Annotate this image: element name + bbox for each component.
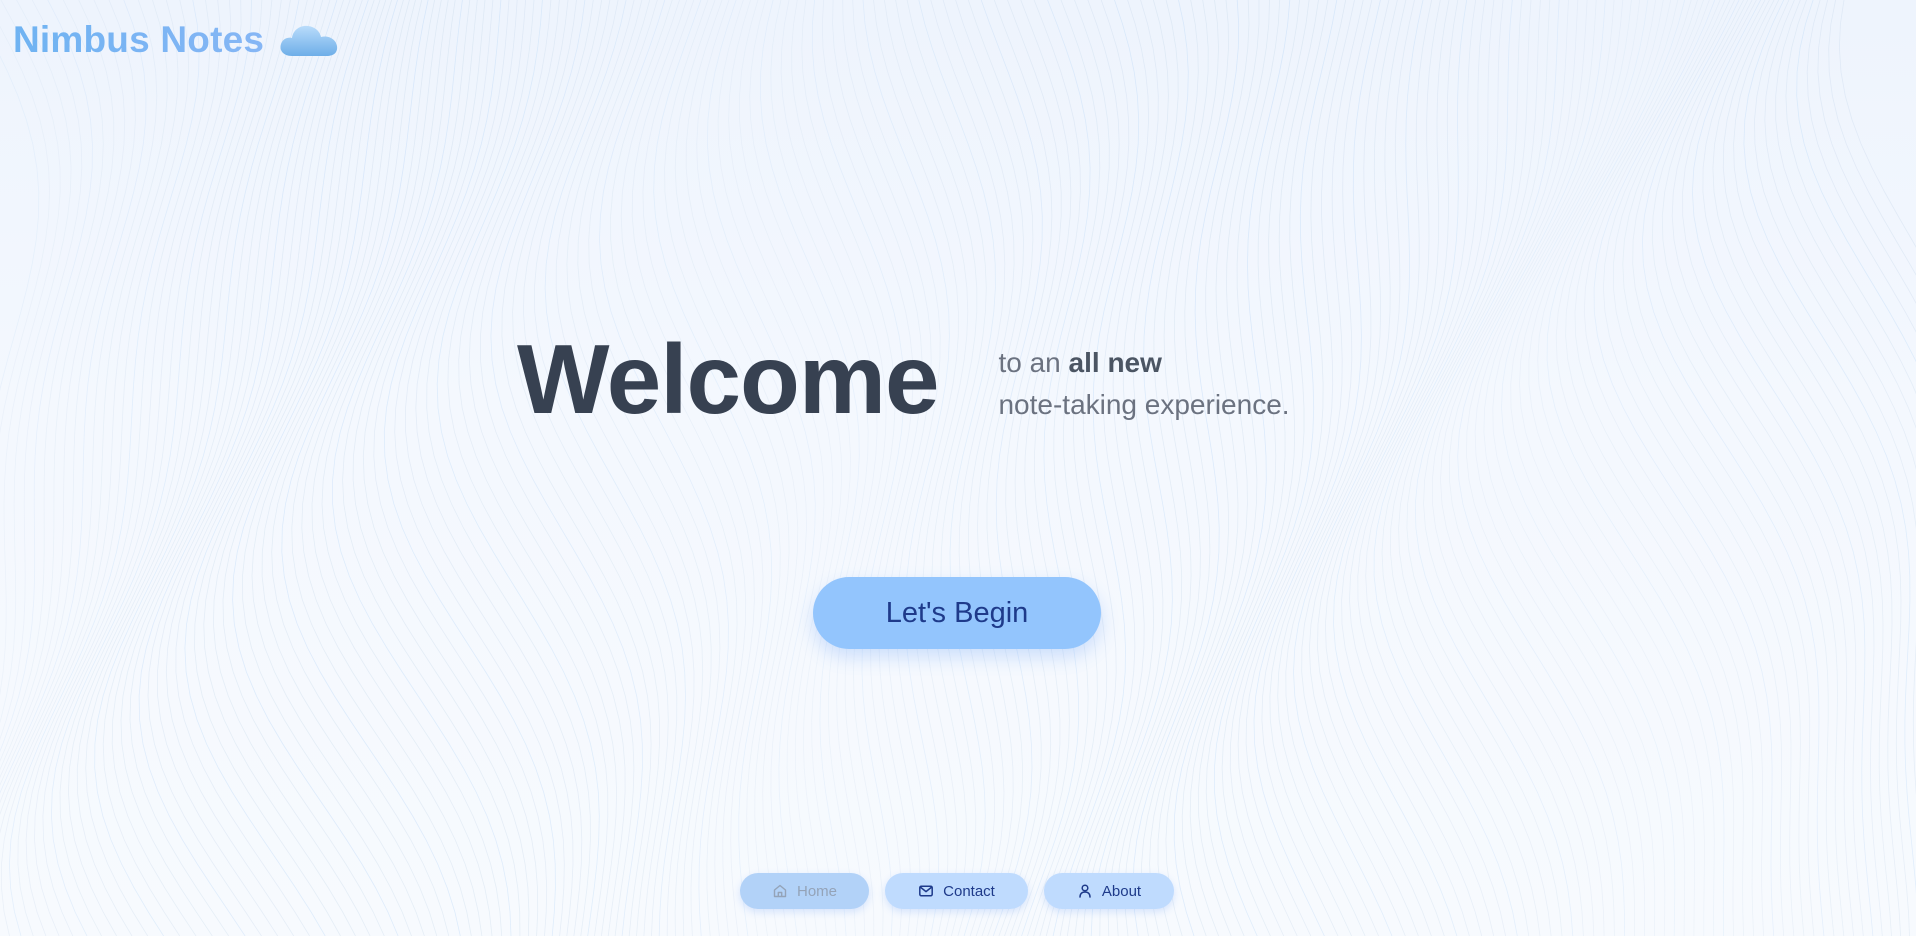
nav-contact-label: Contact bbox=[943, 882, 995, 900]
nav-home-label: Home bbox=[796, 882, 837, 900]
brand-logo[interactable]: Nimbus Notes bbox=[13, 16, 340, 64]
nav-about-label: About bbox=[1101, 882, 1142, 900]
hero-subtitle: to an all new note-taking experience. bbox=[998, 342, 1289, 426]
brand-name: Nimbus Notes bbox=[13, 19, 265, 60]
nav-home-button[interactable]: Home bbox=[740, 873, 869, 909]
hero-section: Welcome to an all new note-taking experi… bbox=[517, 330, 1290, 428]
subtitle-line-2: note-taking experience. bbox=[998, 389, 1290, 420]
cloud-icon bbox=[280, 25, 338, 56]
background-wave-lines bbox=[0, 0, 1916, 936]
user-icon bbox=[1079, 884, 1091, 898]
nav-contact-button[interactable]: Contact bbox=[885, 873, 1028, 909]
subtitle-prefix: to an bbox=[998, 347, 1069, 378]
mail-icon bbox=[919, 885, 934, 897]
hero-title: Welcome bbox=[517, 324, 939, 434]
nav-about-button[interactable]: About bbox=[1044, 873, 1174, 909]
lets-begin-button[interactable]: Let's Begin bbox=[813, 577, 1101, 649]
home-icon bbox=[773, 884, 787, 898]
bottom-nav: Home Contact About bbox=[0, 873, 1916, 909]
subtitle-emphasis: all new bbox=[1068, 347, 1162, 378]
